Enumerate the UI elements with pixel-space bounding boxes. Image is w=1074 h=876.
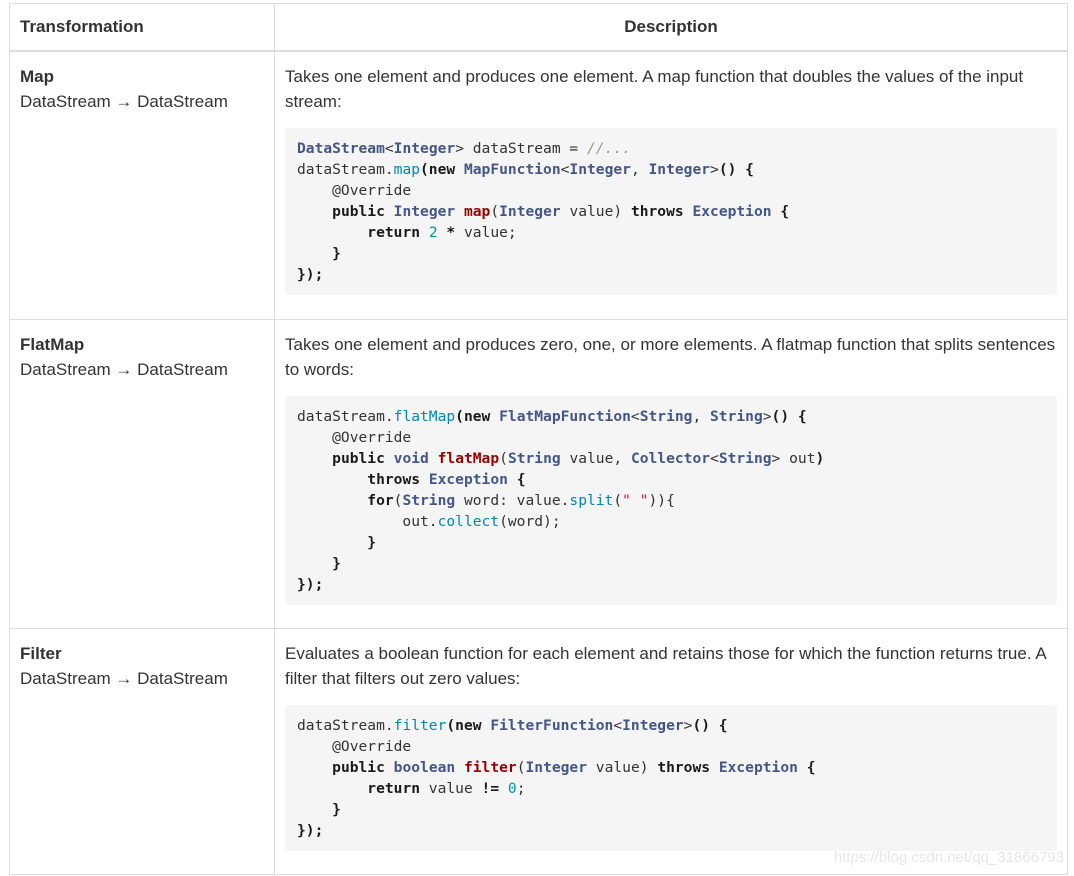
description-cell: Takes one element and produces zero, one… (274, 318, 1068, 629)
table-row-filter: Filter DataStream → DataStream Evaluates… (9, 627, 1068, 875)
table-row-map: Map DataStream → DataStream Takes one el… (9, 50, 1068, 320)
description-text: Takes one element and produces zero, one… (285, 334, 1056, 379)
header-transformation: Transformation (9, 3, 275, 52)
code-block-filter: dataStream.filter(new FilterFunction<Int… (285, 704, 1057, 851)
transformation-cell: Filter DataStream → DataStream (9, 627, 275, 875)
description-text: Takes one element and produces one eleme… (285, 67, 1024, 111)
description-cell: Evaluates a boolean function for each el… (274, 627, 1068, 875)
transformations-table: Transformation Description Map DataStrea… (9, 3, 1068, 875)
transformation-signature: DataStream → DataStream (20, 668, 228, 688)
header-description: Description (274, 3, 1068, 52)
description-cell: Takes one element and produces one eleme… (274, 50, 1068, 320)
watermark: https://blog.csdn.net/qq_31866793 (833, 849, 1064, 866)
transformation-name: Map (20, 67, 54, 86)
transformation-signature: DataStream → DataStream (20, 92, 228, 111)
transformation-name: Filter (20, 643, 62, 663)
code-block-map: DataStream<Integer> dataStream = //... d… (285, 128, 1057, 295)
transformation-cell: Map DataStream → DataStream (9, 50, 275, 320)
description-text: Evaluates a boolean function for each el… (285, 643, 1046, 688)
table-header-row: Transformation Description (9, 3, 1068, 52)
table-row-flatmap: FlatMap DataStream → DataStream Takes on… (9, 318, 1068, 629)
transformation-name: FlatMap (20, 334, 85, 354)
code-block-flatmap: dataStream.flatMap(new FlatMapFunction<S… (285, 395, 1057, 605)
transformation-signature: DataStream → DataStream (20, 359, 228, 379)
transformation-cell: FlatMap DataStream → DataStream (9, 318, 275, 629)
